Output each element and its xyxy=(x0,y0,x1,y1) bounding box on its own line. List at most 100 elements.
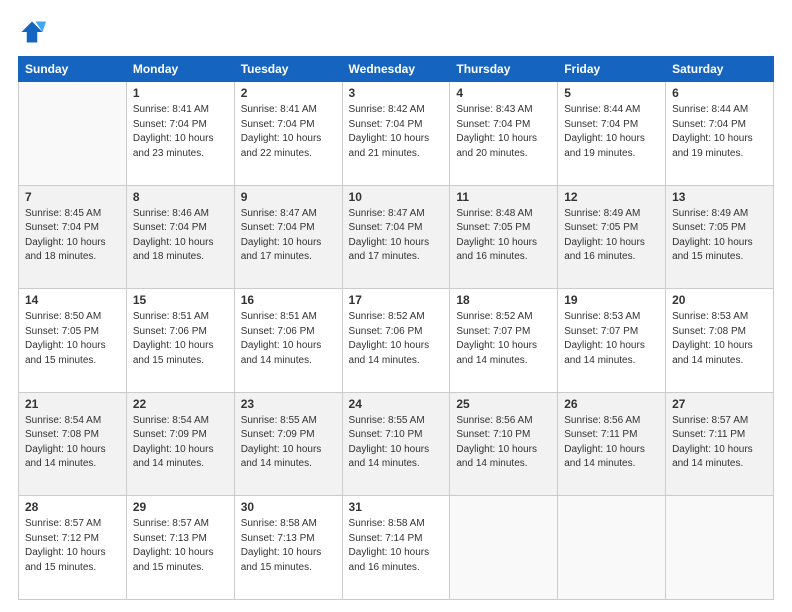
sunrise: Sunrise: 8:57 AM xyxy=(133,518,209,529)
sunset: Sunset: 7:09 PM xyxy=(133,429,207,440)
day-info: Sunrise: 8:45 AM Sunset: 7:04 PM Dayligh… xyxy=(25,207,120,265)
daylight: Daylight: 10 hours and 14 minutes. xyxy=(241,444,322,470)
daylight: Daylight: 10 hours and 19 minutes. xyxy=(672,133,753,159)
day-of-week-header: Thursday xyxy=(450,57,558,82)
day-info: Sunrise: 8:41 AM Sunset: 7:04 PM Dayligh… xyxy=(133,103,228,161)
sunrise: Sunrise: 8:43 AM xyxy=(456,104,532,115)
day-info: Sunrise: 8:51 AM Sunset: 7:06 PM Dayligh… xyxy=(133,310,228,368)
calendar-day-cell: 19 Sunrise: 8:53 AM Sunset: 7:07 PM Dayl… xyxy=(558,289,666,393)
sunset: Sunset: 7:04 PM xyxy=(349,119,423,130)
day-info: Sunrise: 8:56 AM Sunset: 7:10 PM Dayligh… xyxy=(456,414,551,472)
day-number: 13 xyxy=(672,190,767,204)
header xyxy=(18,18,774,46)
sunrise: Sunrise: 8:42 AM xyxy=(349,104,425,115)
sunset: Sunset: 7:04 PM xyxy=(456,119,530,130)
calendar-day-cell xyxy=(558,496,666,600)
daylight: Daylight: 10 hours and 14 minutes. xyxy=(456,340,537,366)
sunset: Sunset: 7:10 PM xyxy=(349,429,423,440)
daylight: Daylight: 10 hours and 15 minutes. xyxy=(25,547,106,573)
day-number: 11 xyxy=(456,190,551,204)
sunset: Sunset: 7:04 PM xyxy=(25,222,99,233)
daylight: Daylight: 10 hours and 15 minutes. xyxy=(241,547,322,573)
sunset: Sunset: 7:14 PM xyxy=(349,533,423,544)
day-number: 15 xyxy=(133,293,228,307)
day-info: Sunrise: 8:47 AM Sunset: 7:04 PM Dayligh… xyxy=(349,207,444,265)
calendar-day-cell: 28 Sunrise: 8:57 AM Sunset: 7:12 PM Dayl… xyxy=(19,496,127,600)
sunrise: Sunrise: 8:52 AM xyxy=(349,311,425,322)
day-info: Sunrise: 8:53 AM Sunset: 7:07 PM Dayligh… xyxy=(564,310,659,368)
daylight: Daylight: 10 hours and 14 minutes. xyxy=(133,444,214,470)
calendar-day-cell: 3 Sunrise: 8:42 AM Sunset: 7:04 PM Dayli… xyxy=(342,82,450,186)
calendar-week-row: 1 Sunrise: 8:41 AM Sunset: 7:04 PM Dayli… xyxy=(19,82,774,186)
day-number: 16 xyxy=(241,293,336,307)
day-info: Sunrise: 8:57 AM Sunset: 7:13 PM Dayligh… xyxy=(133,517,228,575)
sunset: Sunset: 7:05 PM xyxy=(672,222,746,233)
sunset: Sunset: 7:09 PM xyxy=(241,429,315,440)
daylight: Daylight: 10 hours and 14 minutes. xyxy=(349,340,430,366)
calendar-day-cell: 6 Sunrise: 8:44 AM Sunset: 7:04 PM Dayli… xyxy=(666,82,774,186)
daylight: Daylight: 10 hours and 15 minutes. xyxy=(133,547,214,573)
sunset: Sunset: 7:04 PM xyxy=(241,222,315,233)
day-number: 21 xyxy=(25,397,120,411)
calendar-day-cell: 23 Sunrise: 8:55 AM Sunset: 7:09 PM Dayl… xyxy=(234,392,342,496)
sunrise: Sunrise: 8:44 AM xyxy=(564,104,640,115)
day-info: Sunrise: 8:58 AM Sunset: 7:13 PM Dayligh… xyxy=(241,517,336,575)
day-of-week-header: Tuesday xyxy=(234,57,342,82)
sunrise: Sunrise: 8:49 AM xyxy=(672,208,748,219)
sunrise: Sunrise: 8:55 AM xyxy=(349,415,425,426)
sunset: Sunset: 7:05 PM xyxy=(25,326,99,337)
calendar-day-cell: 13 Sunrise: 8:49 AM Sunset: 7:05 PM Dayl… xyxy=(666,185,774,289)
day-number: 26 xyxy=(564,397,659,411)
day-number: 4 xyxy=(456,86,551,100)
day-number: 2 xyxy=(241,86,336,100)
calendar-day-cell: 2 Sunrise: 8:41 AM Sunset: 7:04 PM Dayli… xyxy=(234,82,342,186)
calendar-day-cell: 25 Sunrise: 8:56 AM Sunset: 7:10 PM Dayl… xyxy=(450,392,558,496)
day-number: 25 xyxy=(456,397,551,411)
calendar-week-row: 21 Sunrise: 8:54 AM Sunset: 7:08 PM Dayl… xyxy=(19,392,774,496)
day-info: Sunrise: 8:51 AM Sunset: 7:06 PM Dayligh… xyxy=(241,310,336,368)
sunrise: Sunrise: 8:58 AM xyxy=(241,518,317,529)
calendar-day-cell: 1 Sunrise: 8:41 AM Sunset: 7:04 PM Dayli… xyxy=(126,82,234,186)
daylight: Daylight: 10 hours and 18 minutes. xyxy=(25,237,106,263)
day-info: Sunrise: 8:55 AM Sunset: 7:09 PM Dayligh… xyxy=(241,414,336,472)
day-info: Sunrise: 8:44 AM Sunset: 7:04 PM Dayligh… xyxy=(564,103,659,161)
day-info: Sunrise: 8:48 AM Sunset: 7:05 PM Dayligh… xyxy=(456,207,551,265)
day-number: 7 xyxy=(25,190,120,204)
sunset: Sunset: 7:04 PM xyxy=(349,222,423,233)
daylight: Daylight: 10 hours and 20 minutes. xyxy=(456,133,537,159)
calendar-header-row: SundayMondayTuesdayWednesdayThursdayFrid… xyxy=(19,57,774,82)
sunrise: Sunrise: 8:54 AM xyxy=(133,415,209,426)
calendar-day-cell: 31 Sunrise: 8:58 AM Sunset: 7:14 PM Dayl… xyxy=(342,496,450,600)
daylight: Daylight: 10 hours and 21 minutes. xyxy=(349,133,430,159)
daylight: Daylight: 10 hours and 17 minutes. xyxy=(349,237,430,263)
day-number: 10 xyxy=(349,190,444,204)
sunset: Sunset: 7:05 PM xyxy=(456,222,530,233)
sunset: Sunset: 7:04 PM xyxy=(241,119,315,130)
calendar-day-cell: 20 Sunrise: 8:53 AM Sunset: 7:08 PM Dayl… xyxy=(666,289,774,393)
day-info: Sunrise: 8:57 AM Sunset: 7:11 PM Dayligh… xyxy=(672,414,767,472)
calendar-day-cell: 8 Sunrise: 8:46 AM Sunset: 7:04 PM Dayli… xyxy=(126,185,234,289)
day-info: Sunrise: 8:55 AM Sunset: 7:10 PM Dayligh… xyxy=(349,414,444,472)
daylight: Daylight: 10 hours and 14 minutes. xyxy=(241,340,322,366)
page: SundayMondayTuesdayWednesdayThursdayFrid… xyxy=(0,0,792,612)
day-info: Sunrise: 8:44 AM Sunset: 7:04 PM Dayligh… xyxy=(672,103,767,161)
sunrise: Sunrise: 8:50 AM xyxy=(25,311,101,322)
day-number: 5 xyxy=(564,86,659,100)
calendar-day-cell: 24 Sunrise: 8:55 AM Sunset: 7:10 PM Dayl… xyxy=(342,392,450,496)
daylight: Daylight: 10 hours and 14 minutes. xyxy=(25,444,106,470)
day-info: Sunrise: 8:52 AM Sunset: 7:06 PM Dayligh… xyxy=(349,310,444,368)
calendar-day-cell: 11 Sunrise: 8:48 AM Sunset: 7:05 PM Dayl… xyxy=(450,185,558,289)
day-number: 24 xyxy=(349,397,444,411)
calendar-day-cell: 29 Sunrise: 8:57 AM Sunset: 7:13 PM Dayl… xyxy=(126,496,234,600)
sunset: Sunset: 7:10 PM xyxy=(456,429,530,440)
sunset: Sunset: 7:13 PM xyxy=(133,533,207,544)
sunrise: Sunrise: 8:57 AM xyxy=(25,518,101,529)
day-number: 28 xyxy=(25,500,120,514)
day-info: Sunrise: 8:56 AM Sunset: 7:11 PM Dayligh… xyxy=(564,414,659,472)
calendar-day-cell: 26 Sunrise: 8:56 AM Sunset: 7:11 PM Dayl… xyxy=(558,392,666,496)
calendar: SundayMondayTuesdayWednesdayThursdayFrid… xyxy=(18,56,774,600)
calendar-day-cell: 9 Sunrise: 8:47 AM Sunset: 7:04 PM Dayli… xyxy=(234,185,342,289)
sunrise: Sunrise: 8:45 AM xyxy=(25,208,101,219)
sunrise: Sunrise: 8:51 AM xyxy=(133,311,209,322)
sunrise: Sunrise: 8:47 AM xyxy=(241,208,317,219)
